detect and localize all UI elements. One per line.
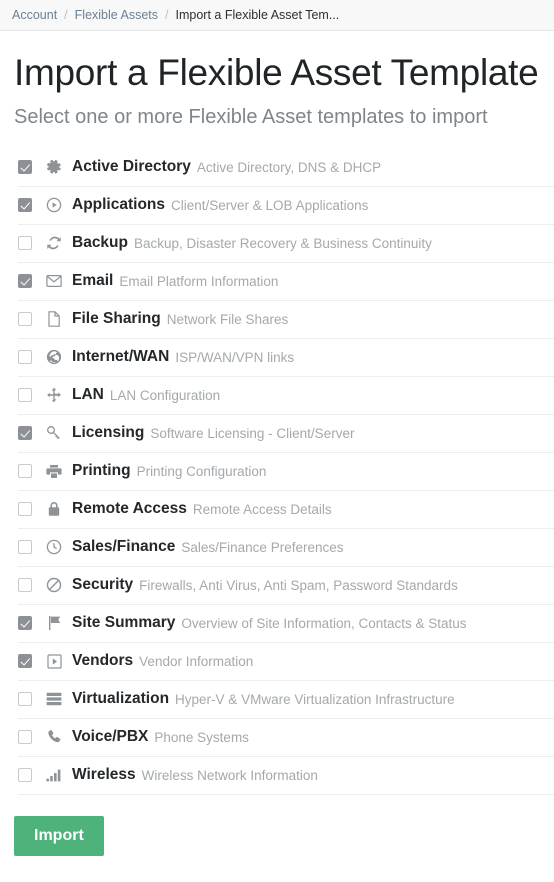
move-arrows-icon — [45, 386, 63, 404]
template-row[interactable]: Vendors Vendor Information — [18, 643, 554, 681]
template-checkbox[interactable] — [18, 768, 32, 783]
signal-bars-icon — [45, 766, 63, 784]
key-icon — [45, 424, 63, 442]
template-name: Licensing — [72, 424, 145, 442]
template-checkbox[interactable] — [18, 388, 32, 403]
template-description: Overview of Site Information, Contacts &… — [181, 615, 467, 631]
ban-icon — [45, 576, 63, 594]
template-row[interactable]: Printing Printing Configuration — [18, 453, 554, 491]
template-name: Applications — [72, 196, 166, 214]
template-checkbox[interactable] — [18, 464, 32, 479]
template-description: Wireless Network Information — [141, 767, 318, 783]
template-description: Firewalls, Anti Virus, Anti Spam, Passwo… — [139, 577, 458, 593]
template-row[interactable]: Virtualization Hyper-V & VMware Virtualiz… — [18, 681, 554, 719]
breadcrumb-current: Import a Flexible Asset Tem... — [175, 8, 340, 22]
template-description: ISP/WAN/VPN links — [175, 349, 295, 365]
template-row[interactable]: Wireless Wireless Network Information — [18, 757, 554, 795]
clock-icon — [45, 538, 63, 556]
template-checkbox[interactable] — [18, 274, 32, 289]
template-name: Printing — [72, 462, 131, 480]
template-row[interactable]: Backup Backup, Disaster Recovery & Busine… — [18, 225, 554, 263]
template-row[interactable]: Security Firewalls, Anti Virus, Anti Spam… — [18, 567, 554, 605]
breadcrumb-link[interactable]: Flexible Assets — [75, 8, 158, 22]
breadcrumb-link[interactable]: Account — [12, 8, 57, 22]
template-row[interactable]: Applications Client/Server & LOB Applicat… — [18, 187, 554, 225]
template-checkbox[interactable] — [18, 236, 32, 251]
template-description: Software Licensing - Client/Server — [150, 425, 355, 441]
template-name: Internet/WAN — [72, 348, 170, 366]
template-row[interactable]: Email Email Platform Information — [18, 263, 554, 301]
template-checkbox[interactable] — [18, 502, 32, 517]
template-name: File Sharing — [72, 310, 161, 328]
template-description: Hyper-V & VMware Virtualization Infrastr… — [175, 691, 455, 707]
play-circle-icon — [45, 196, 63, 214]
template-checkbox[interactable] — [18, 540, 32, 555]
template-checkbox[interactable] — [18, 616, 32, 631]
page-title: Import a Flexible Asset Template — [14, 52, 539, 93]
template-checkbox[interactable] — [18, 654, 32, 669]
template-checkbox[interactable] — [18, 160, 32, 175]
envelope-icon — [45, 272, 63, 290]
template-row[interactable]: Licensing Software Licensing - Client/Ser… — [18, 415, 554, 453]
template-name: Vendors — [72, 652, 134, 670]
refresh-icon — [45, 234, 63, 252]
template-name: Active Directory — [72, 158, 191, 176]
template-name: Security — [72, 576, 134, 594]
form-actions: Import — [0, 795, 554, 856]
server-stack-icon — [45, 690, 63, 708]
template-name: Sales/Finance — [72, 538, 176, 556]
template-description: Phone Systems — [154, 729, 249, 745]
template-checkbox[interactable] — [18, 312, 32, 327]
flag-icon — [45, 614, 63, 632]
template-description: Email Platform Information — [119, 273, 279, 289]
template-name: Backup — [72, 234, 128, 252]
breadcrumb-separator: / — [64, 8, 68, 22]
template-name: Virtualization — [72, 690, 170, 708]
lock-icon — [45, 500, 63, 518]
template-description: Backup, Disaster Recovery & Business Con… — [134, 235, 432, 251]
gear-icon — [45, 158, 63, 176]
template-description: Printing Configuration — [136, 463, 267, 479]
template-row[interactable]: LAN LAN Configuration — [18, 377, 554, 415]
template-description: Network File Shares — [166, 311, 289, 327]
template-checkbox[interactable] — [18, 198, 32, 213]
template-checkbox[interactable] — [18, 578, 32, 593]
flexible-asset-template-list: Active Directory Active Directory, DNS & … — [0, 149, 554, 795]
template-checkbox[interactable] — [18, 426, 32, 441]
template-row[interactable]: Remote Access Remote Access Details — [18, 491, 554, 529]
template-description: Active Directory, DNS & DHCP — [196, 159, 382, 175]
template-name: Email — [72, 272, 114, 290]
template-row[interactable]: Voice/PBX Phone Systems — [18, 719, 554, 757]
template-name: LAN — [72, 386, 104, 404]
template-row[interactable]: Site Summary Overview of Site Information… — [18, 605, 554, 643]
breadcrumb: Account / Flexible Assets / Import a Flexibl… — [0, 0, 554, 31]
template-description: Client/Server & LOB Applications — [171, 197, 369, 213]
template-name: Wireless — [72, 766, 136, 784]
template-name: Voice/PBX — [72, 728, 149, 746]
printer-icon — [45, 462, 63, 480]
template-description: Remote Access Details — [192, 501, 332, 517]
template-checkbox[interactable] — [18, 350, 32, 365]
template-name: Site Summary — [72, 614, 176, 632]
template-description: LAN Configuration — [109, 387, 221, 403]
play-square-icon — [45, 652, 63, 670]
template-row[interactable]: Active Directory Active Directory, DNS & … — [18, 149, 554, 187]
template-row[interactable]: File Sharing Network File Shares — [18, 301, 554, 339]
breadcrumb-separator: / — [165, 8, 169, 22]
import-flexible-asset-template-page: Account / Flexible Assets / Import a Flexibl… — [0, 0, 554, 882]
phone-icon — [45, 728, 63, 746]
document-icon — [45, 310, 63, 328]
globe-icon — [45, 348, 63, 366]
template-description: Vendor Information — [139, 653, 254, 669]
template-name: Remote Access — [72, 500, 187, 518]
template-row[interactable]: Internet/WAN ISP/WAN/VPN links — [18, 339, 554, 377]
page-subtitle: Select one or more Flexible Asset templa… — [14, 105, 488, 128]
template-description: Sales/Finance Preferences — [181, 539, 344, 555]
import-button[interactable]: Import — [14, 815, 104, 856]
template-row[interactable]: Sales/Finance Sales/Finance Preferences — [18, 529, 554, 567]
template-checkbox[interactable] — [18, 730, 32, 745]
template-checkbox[interactable] — [18, 692, 32, 707]
